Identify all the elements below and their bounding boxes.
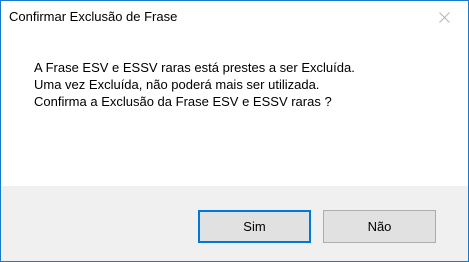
button-bar: Sim Não: [1, 186, 468, 261]
message-line: A Frase ESV e ESSV raras está prestes a …: [34, 60, 355, 75]
title-bar[interactable]: Confirmar Exclusão de Frase: [1, 1, 468, 31]
confirm-dialog: Confirmar Exclusão de Frase A Frase ESV …: [0, 0, 469, 262]
close-button[interactable]: [424, 1, 468, 31]
yes-button[interactable]: Sim: [198, 210, 311, 243]
dialog-title: Confirmar Exclusão de Frase: [9, 9, 178, 24]
close-icon: [439, 12, 450, 23]
no-button[interactable]: Não: [323, 210, 436, 243]
confirmation-message: A Frase ESV e ESSV raras está prestes a …: [34, 59, 355, 110]
message-line: Confirma a Exclusão da Frase ESV e ESSV …: [34, 94, 332, 109]
message-line: Uma vez Excluída, não poderá mais ser ut…: [34, 77, 320, 92]
